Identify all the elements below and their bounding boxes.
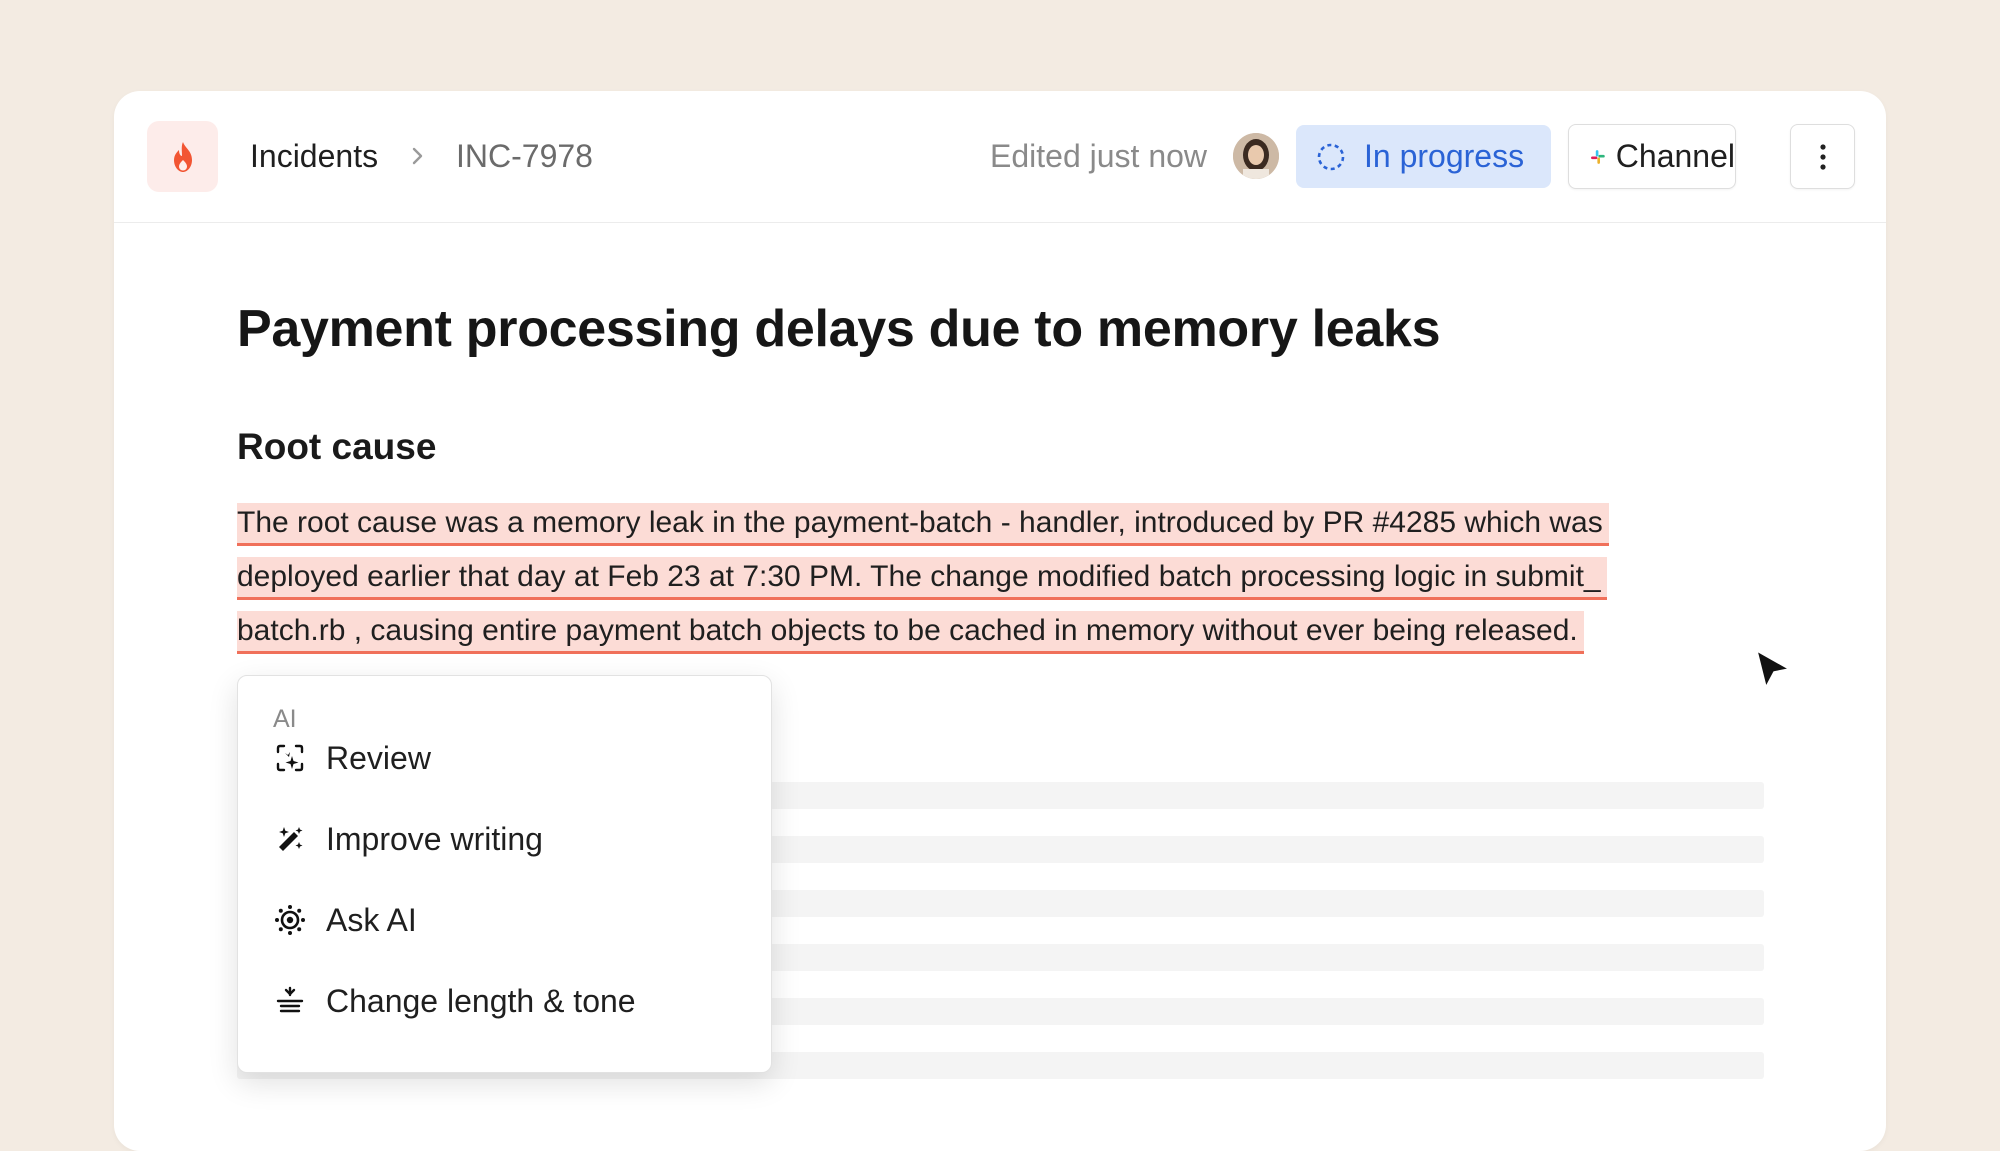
flame-icon [173, 141, 192, 172]
status-dropdown[interactable]: In progress [1296, 125, 1551, 188]
more-vertical-icon [1819, 143, 1826, 170]
breadcrumb-incident-id[interactable]: INC-7978 [456, 134, 593, 178]
review-sparkle-icon [274, 742, 306, 774]
slack-icon [1591, 149, 1605, 164]
mouse-cursor-icon [1756, 650, 1790, 688]
app-logo[interactable] [147, 121, 218, 192]
menu-item-ask-ai[interactable]: Ask AI [238, 885, 771, 955]
highlighted-text-line[interactable]: deployed earlier that day at Feb 23 at 7… [237, 557, 1607, 600]
chevron-right-icon [410, 136, 426, 187]
avatar[interactable] [1233, 133, 1279, 179]
ai-chip-icon [274, 904, 306, 936]
status-label: In progress [1364, 138, 1525, 174]
page-title: Payment processing delays due to memory … [237, 300, 1441, 358]
menu-item-review[interactable]: Review [238, 723, 771, 793]
ai-menu: AI Review Improve writing Ask AI Change … [237, 675, 772, 1073]
magic-wand-icon [274, 823, 306, 855]
edited-status: Edited just now [990, 138, 1208, 174]
length-tone-icon [274, 985, 306, 1017]
channel-label: Channel [1615, 138, 1735, 174]
menu-item-label: Ask AI [326, 901, 417, 938]
menu-item-change-length-tone[interactable]: Change length & tone [238, 966, 771, 1036]
menu-item-label: Change length & tone [326, 982, 636, 1019]
highlighted-text-line[interactable]: The root cause was a memory leak in the … [237, 503, 1609, 546]
highlighted-text-line[interactable]: batch.rb , causing entire payment batch … [237, 611, 1584, 654]
section-heading: Root cause [237, 426, 437, 467]
spinner-icon [1317, 143, 1345, 170]
channel-button[interactable]: Channel [1568, 124, 1736, 189]
more-options-button[interactable] [1790, 124, 1855, 189]
incident-header: Incidents INC-7978 Edited just now In pr… [114, 91, 1886, 223]
menu-item-label: Improve writing [326, 820, 543, 857]
menu-item-improve-writing[interactable]: Improve writing [238, 804, 771, 874]
breadcrumb-incidents[interactable]: Incidents [250, 134, 378, 178]
menu-item-label: Review [326, 739, 431, 776]
